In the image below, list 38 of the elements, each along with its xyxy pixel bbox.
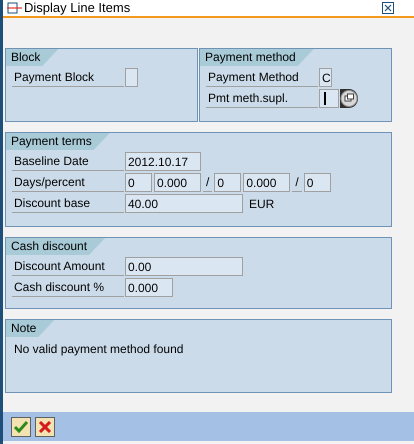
note-text: No valid payment method found bbox=[13, 341, 184, 358]
group-title: Note bbox=[6, 320, 54, 337]
field-label: Discount Amount bbox=[12, 257, 124, 276]
separator-text: / bbox=[292, 173, 302, 192]
checkmark-icon bbox=[14, 420, 28, 432]
input-field[interactable]: 2012.10.17 bbox=[125, 152, 201, 171]
input-field[interactable]: 0.00 bbox=[125, 257, 243, 276]
input-field[interactable]: 40.00 bbox=[125, 194, 243, 213]
group-title: Block bbox=[6, 49, 58, 66]
cancel-button[interactable] bbox=[35, 416, 55, 436]
group-title: Cash discount bbox=[6, 238, 106, 255]
field-label: Discount base bbox=[12, 194, 124, 213]
field-label: Pmt meth.supl. bbox=[206, 89, 318, 108]
input-field[interactable]: 0 bbox=[304, 173, 331, 192]
window-icon bbox=[7, 2, 23, 14]
input-field[interactable]: 0.000 bbox=[125, 278, 173, 297]
input-field[interactable]: 0 bbox=[125, 173, 152, 192]
input-field[interactable]: 0.000 bbox=[243, 173, 290, 192]
group-title: Payment method bbox=[200, 49, 314, 66]
close-icon bbox=[39, 420, 51, 432]
field-label: Cash discount % bbox=[12, 278, 124, 297]
input-field[interactable]: C bbox=[319, 68, 332, 87]
input-field[interactable]: 0.000 bbox=[154, 173, 201, 192]
group-title: Payment terms bbox=[6, 133, 110, 150]
unit-text: EUR bbox=[249, 196, 274, 212]
confirm-button[interactable] bbox=[11, 416, 31, 436]
window-title: Display Line Items bbox=[24, 0, 130, 18]
input-field[interactable]: 0 bbox=[214, 173, 242, 192]
field-label: Baseline Date bbox=[12, 152, 124, 171]
input-field[interactable] bbox=[319, 89, 339, 108]
input-field[interactable] bbox=[125, 68, 138, 87]
separator-text: / bbox=[203, 173, 212, 192]
field-label: Days/percent bbox=[12, 173, 124, 192]
field-label: Payment Method bbox=[206, 68, 318, 87]
value-help-icon[interactable] bbox=[340, 89, 358, 108]
field-label: Payment Block bbox=[12, 68, 124, 87]
close-button[interactable] bbox=[382, 2, 394, 14]
close-icon bbox=[384, 4, 392, 12]
